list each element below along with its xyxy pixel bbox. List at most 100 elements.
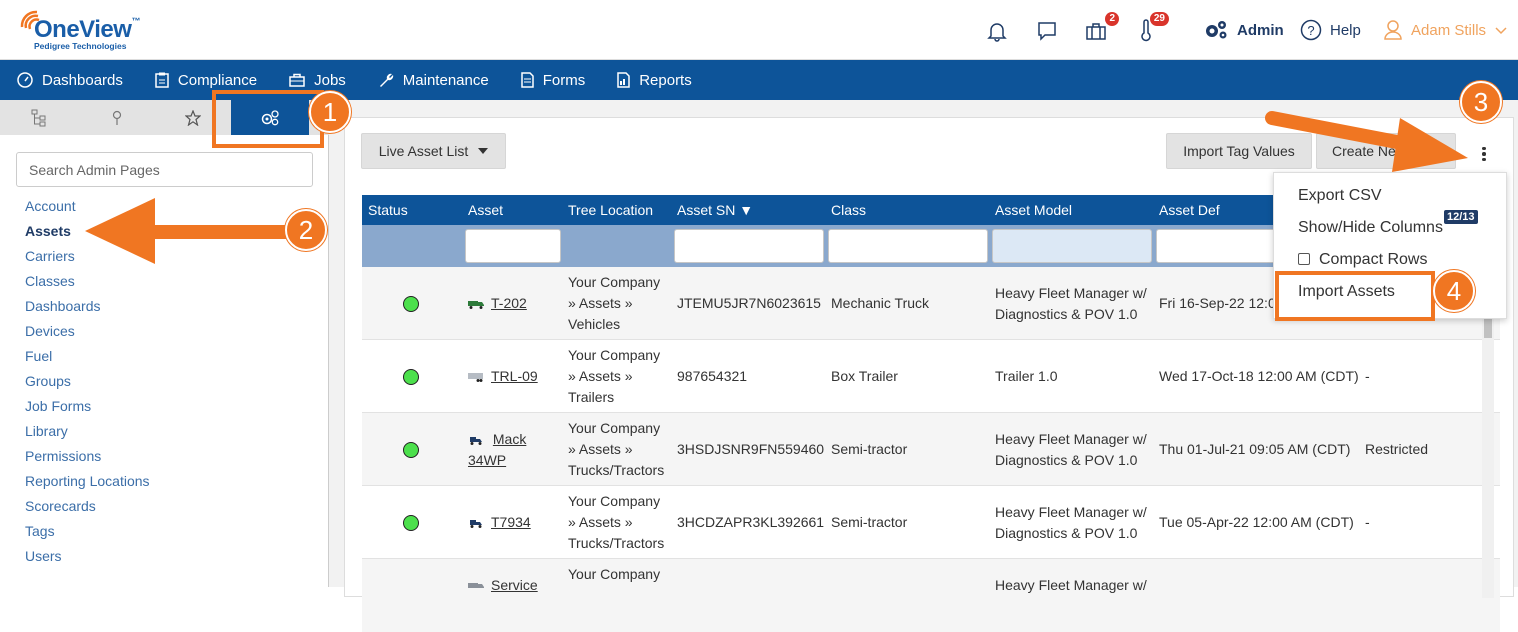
tree-location-cell: Your Company» Assets » Trucks/Tractors (568, 420, 665, 478)
sidebar-item-groups[interactable]: Groups (25, 373, 150, 398)
menu-compact-rows[interactable]: Compact Rows (1319, 251, 1427, 269)
sidebar-item-account[interactable]: Account (25, 198, 150, 223)
table-row[interactable]: Mack 34WP Your Company» Assets » Trucks/T… (362, 413, 1500, 486)
sidebar-item-tags[interactable]: Tags (25, 523, 150, 548)
table-row[interactable]: TRL-09 Your Company» Assets » Trailers 98… (362, 340, 1500, 413)
nav-label: Reports (639, 71, 692, 89)
svg-text:?: ? (1307, 23, 1314, 38)
nav-forms[interactable]: Forms (520, 60, 586, 100)
user-icon (1384, 20, 1402, 40)
sidebar-item-fuel[interactable]: Fuel (25, 348, 150, 373)
sidebar-item-library[interactable]: Library (25, 423, 150, 448)
menu-export-csv[interactable]: Export CSV (1298, 187, 1382, 205)
tree-icon (31, 109, 46, 126)
document-icon (520, 72, 534, 88)
tab-tree[interactable] (0, 100, 78, 135)
asset-def-cell: Fri 16-Sep-22 12:00 (1159, 295, 1284, 311)
admin-search-input[interactable] (16, 152, 313, 187)
map-pin-icon (112, 110, 122, 125)
asset-def-cell: Thu 01-Jul-21 09:05 AM (CDT) (1159, 441, 1351, 457)
oneview-logo[interactable]: OneView™ Pedigree Technologies (20, 10, 150, 54)
import-tag-values-button[interactable]: Import Tag Values (1166, 133, 1312, 169)
tree-location-cell: Your Company» Assets » Trucks/Tractors (568, 493, 665, 551)
asset-link[interactable]: TRL-09 (491, 366, 538, 387)
asset-link[interactable]: T-202 (491, 293, 527, 314)
sidebar-item-dashboards[interactable]: Dashboards (25, 298, 150, 323)
truck-icon (468, 300, 484, 309)
sidebar-item-scorecards[interactable]: Scorecards (25, 498, 150, 523)
callout-1: 1 (309, 91, 351, 133)
tree-location-cell: Your Company» Assets » Trailers (568, 347, 661, 405)
nav-dashboards[interactable]: Dashboards (17, 60, 123, 100)
asset-model-cell: Heavy Fleet Manager w/ (995, 577, 1147, 593)
jobs-count-badge: 2 (1105, 12, 1119, 26)
sidebar-item-users[interactable]: Users (25, 548, 150, 573)
sidebar-item-job-forms[interactable]: Job Forms (25, 398, 150, 423)
sidebar-item-permissions[interactable]: Permissions (25, 448, 150, 473)
tree-location-cell: Your Company (568, 566, 661, 582)
col-asset-model[interactable]: Asset Model (995, 195, 1072, 225)
sidebar-item-devices[interactable]: Devices (25, 323, 150, 348)
sidebar-item-reporting-locations[interactable]: Reporting Locations (25, 473, 150, 498)
list-select-label: Live Asset List (378, 143, 469, 159)
class-cell: Mechanic Truck (831, 295, 930, 311)
model-filter-input[interactable] (992, 229, 1152, 263)
star-icon (185, 109, 201, 126)
user-name: Adam Stills (1411, 21, 1487, 39)
chat-icon[interactable] (1034, 18, 1060, 44)
menu-show-hide-columns[interactable]: Show/Hide Columns (1298, 219, 1443, 237)
status-online-icon (403, 442, 419, 458)
sidebar-item-classes[interactable]: Classes (25, 273, 150, 298)
asset-link[interactable]: Service (491, 575, 538, 596)
help-link[interactable]: ? Help (1300, 19, 1361, 41)
sn-filter-input[interactable] (674, 229, 824, 263)
admin-menu[interactable]: Admin (1203, 19, 1284, 41)
nav-label: Forms (542, 71, 586, 89)
callout-4: 4 (1433, 270, 1475, 312)
col-tree-location[interactable]: Tree Location (568, 195, 653, 225)
col-asset[interactable]: Asset (468, 195, 503, 225)
sidebar-item-carriers[interactable]: Carriers (25, 248, 150, 273)
col-status[interactable]: Status (368, 195, 408, 225)
more-options-icon[interactable] (1476, 144, 1492, 164)
asset-model-cell: Heavy Fleet Manager w/Diagnostics & POV … (995, 431, 1147, 468)
asset-sn-cell: JTEMU5JR7N6023615 (677, 295, 821, 311)
table-row[interactable]: Service Your Company Heavy Fleet Manager… (362, 559, 1500, 632)
logo-subtitle: Pedigree Technologies (34, 41, 127, 51)
nav-maintenance[interactable]: Maintenance (378, 60, 489, 100)
admin-label: Admin (1237, 21, 1284, 39)
briefcase-alert-icon[interactable]: 2 (1083, 12, 1119, 44)
col-class[interactable]: Class (831, 195, 866, 225)
alerts-count-badge: 29 (1149, 12, 1169, 26)
status-online-icon (403, 369, 419, 385)
nav-reports[interactable]: Reports (617, 60, 692, 100)
thermometer-icon[interactable]: 29 (1133, 12, 1169, 44)
user-menu[interactable]: Adam Stills (1383, 19, 1508, 41)
bell-icon[interactable] (984, 18, 1010, 44)
wrench-icon (379, 73, 393, 87)
sidebar-item-assets[interactable]: Assets (25, 223, 150, 248)
tab-locations[interactable] (78, 100, 156, 135)
compact-rows-checkbox[interactable] (1298, 253, 1310, 265)
asset-link[interactable]: T7934 (491, 512, 531, 533)
clipboard-icon (155, 72, 169, 88)
asset-def-cell: Wed 17-Oct-18 12:00 AM (CDT) (1159, 368, 1359, 384)
class-cell: Semi-tractor (831, 441, 908, 457)
nav-label: Dashboards (42, 71, 123, 89)
class-cell: Semi-tractor (831, 514, 908, 530)
briefcase-icon (289, 73, 305, 87)
table-row[interactable]: T7934 Your Company» Assets » Trucks/Tract… (362, 486, 1500, 559)
asset-filter-input[interactable] (465, 229, 561, 263)
callout-3: 3 (1460, 81, 1502, 123)
create-new-button[interactable]: Create Ne (1316, 133, 1456, 169)
col-asset-def[interactable]: Asset Def (1159, 195, 1220, 225)
tree-location-cell: Your Company» Assets » Vehicles (568, 274, 661, 332)
col-asset-sn[interactable]: Asset SN ▼ (677, 195, 753, 225)
nav-label: Maintenance (402, 71, 489, 89)
admin-page-list: Account Assets Carriers Classes Dashboar… (25, 198, 150, 573)
asset-sn-cell: 987654321 (677, 368, 748, 384)
asset-list-select[interactable]: Live Asset List (361, 133, 506, 169)
class-filter-input[interactable] (828, 229, 988, 263)
semi-tractor-icon (470, 437, 482, 446)
class-cell: Box Trailer (831, 368, 898, 384)
